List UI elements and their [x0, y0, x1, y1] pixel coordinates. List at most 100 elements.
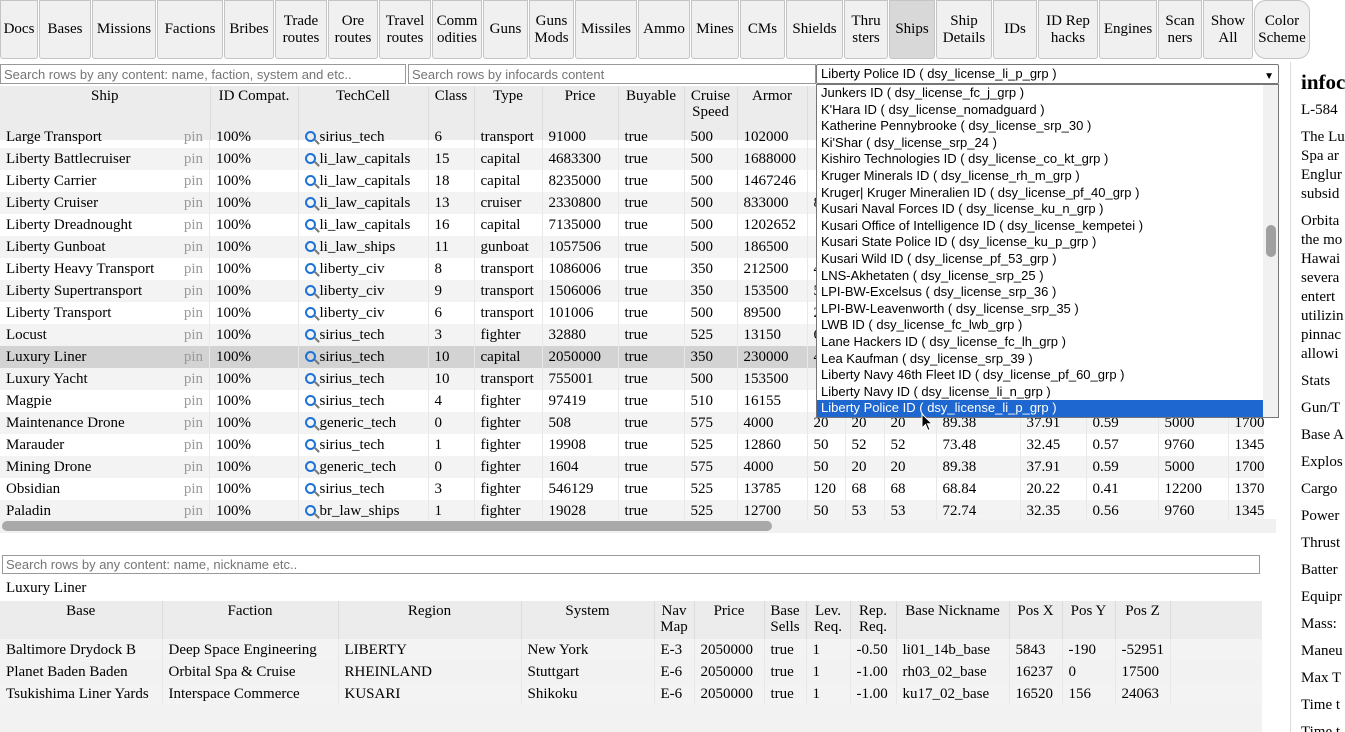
pin-button[interactable]: pin	[184, 434, 203, 456]
dropdown-option[interactable]: Kruger Minerals ID ( dsy_license_rh_m_gr…	[817, 168, 1278, 185]
nav-button-ships[interactable]: Ships	[889, 0, 935, 59]
search-icon[interactable]	[304, 373, 316, 384]
table-row[interactable]: Planet Baden Baden Orbital Spa & Cruise RH…	[0, 661, 1262, 683]
column-header[interactable]: Nav Map	[654, 601, 695, 639]
pin-button[interactable]: pin	[184, 390, 203, 412]
ships-horizontal-scrollbar[interactable]	[0, 519, 1276, 533]
pin-button[interactable]: pin	[184, 170, 203, 192]
column-header[interactable]: Pos Y	[1062, 601, 1116, 639]
pin-button[interactable]: pin	[184, 258, 203, 280]
nav-button-comm-odities[interactable]: Comm odities	[432, 0, 482, 59]
nav-button-ship-details[interactable]: Ship Details	[936, 0, 992, 59]
pin-button[interactable]: pin	[184, 368, 203, 390]
pin-button[interactable]: pin	[184, 126, 203, 148]
table-row[interactable]: Marauder pin 100% sirius_tech 1 fighter 19908 t…	[0, 434, 1264, 456]
nav-button-engines[interactable]: Engines	[1099, 0, 1157, 59]
search-icon[interactable]	[304, 439, 316, 450]
column-header[interactable]: Region	[338, 601, 522, 639]
search-icon[interactable]	[304, 461, 316, 472]
id-select[interactable]: Liberty Police ID ( dsy_license_li_p_grp…	[816, 64, 1279, 84]
dropdown-option[interactable]: Lane Hackers ID ( dsy_license_fc_lh_grp …	[817, 334, 1278, 351]
nav-button-bases[interactable]: Bases	[39, 0, 91, 59]
nav-button-bribes[interactable]: Bribes	[224, 0, 274, 59]
search-icon[interactable]	[304, 153, 316, 164]
id-dropdown-list[interactable]: Junkers ID ( dsy_license_fc_j_grp ) K'Har…	[816, 84, 1279, 418]
table-row[interactable]: Mining Drone pin 100% generic_tech 0 fighter 1…	[0, 456, 1264, 478]
dropdown-option[interactable]: Liberty Navy ID ( dsy_license_li_n_grp )	[817, 384, 1278, 401]
dropdown-option[interactable]: Kusari Naval Forces ID ( dsy_license_ku_…	[817, 201, 1278, 218]
column-header[interactable]: System	[521, 601, 655, 639]
nav-button-color-scheme[interactable]: Color Scheme	[1254, 0, 1310, 59]
dropdown-option[interactable]: K'Hara ID ( dsy_license_nomadguard )	[817, 102, 1278, 119]
ship-name[interactable]: Marauder	[6, 434, 64, 456]
ship-name[interactable]: Liberty Gunboat	[6, 236, 106, 258]
nav-button-missiles[interactable]: Missiles	[575, 0, 637, 59]
dropdown-option[interactable]: LPI-BW-Leavenworth ( dsy_license_srp_35 …	[817, 301, 1278, 318]
pin-button[interactable]: pin	[184, 214, 203, 236]
nav-button-trade-routes[interactable]: Trade routes	[275, 0, 327, 59]
nav-button-scan-ners[interactable]: Scan ners	[1158, 0, 1202, 59]
nav-button-ore-routes[interactable]: Ore routes	[328, 0, 378, 59]
search-icon[interactable]	[304, 241, 316, 252]
nav-button-ammo[interactable]: Ammo	[638, 0, 690, 59]
pin-button[interactable]: pin	[184, 236, 203, 258]
search-icon[interactable]	[304, 175, 316, 186]
pin-button[interactable]: pin	[184, 148, 203, 170]
ship-name[interactable]: Liberty Dreadnought	[6, 214, 132, 236]
nav-button-factions[interactable]: Factions	[157, 0, 223, 59]
column-header[interactable]: Pos Z	[1115, 601, 1171, 639]
dropdown-option[interactable]: LWB ID ( dsy_license_fc_lwb_grp )	[817, 317, 1278, 334]
rows-search-input[interactable]	[0, 64, 406, 84]
ship-name[interactable]: Paladin	[6, 500, 51, 519]
table-row[interactable]: Paladin pin 100% br_law_ships 1 fighter 19028 t…	[0, 500, 1264, 519]
pin-button[interactable]: pin	[184, 412, 203, 434]
ship-name[interactable]: Maintenance Drone	[6, 412, 125, 434]
search-icon[interactable]	[304, 483, 316, 494]
column-header[interactable]: Base	[0, 601, 163, 639]
nav-button-id-rep-hacks[interactable]: ID Rep hacks	[1038, 0, 1098, 59]
nav-button-mines[interactable]: Mines	[691, 0, 739, 59]
search-icon[interactable]	[304, 197, 316, 208]
ship-name[interactable]: Luxury Yacht	[6, 368, 88, 390]
scrollbar-thumb[interactable]	[2, 521, 772, 531]
nav-button-travel-routes[interactable]: Travel routes	[379, 0, 431, 59]
ship-name[interactable]: Liberty Battlecruiser	[6, 148, 131, 170]
dropdown-option[interactable]: Kishiro Technologies ID ( dsy_license_co…	[817, 151, 1278, 168]
dropdown-option[interactable]: LPI-BW-Excelsus ( dsy_license_srp_36 )	[817, 284, 1278, 301]
search-icon[interactable]	[304, 329, 316, 340]
dropdown-option[interactable]: Junkers ID ( dsy_license_fc_j_grp )	[817, 85, 1278, 102]
column-header[interactable]: Base Nickname	[896, 601, 1010, 639]
dropdown-option[interactable]: Kusari Office of Intelligence ID ( dsy_l…	[817, 218, 1278, 235]
scrollbar-thumb[interactable]	[1266, 225, 1276, 257]
search-icon[interactable]	[304, 263, 316, 274]
search-icon[interactable]	[304, 131, 316, 142]
dropdown-option[interactable]: Kruger| Kruger Mineralien ID ( dsy_licen…	[817, 185, 1278, 202]
table-row[interactable]: Obsidian pin 100% sirius_tech 3 fighter 546129…	[0, 478, 1264, 500]
column-header[interactable]: Rep. Req.	[850, 601, 897, 639]
table-row[interactable]: Baltimore Drydock B Deep Space Engineerin…	[0, 639, 1262, 661]
search-icon[interactable]	[304, 307, 316, 318]
nav-button-missions[interactable]: Missions	[92, 0, 156, 59]
pin-button[interactable]: pin	[184, 302, 203, 324]
nav-button-cms[interactable]: CMs	[740, 0, 785, 59]
nav-button-guns-mods[interactable]: Guns Mods	[529, 0, 574, 59]
dropdown-scrollbar[interactable]	[1263, 85, 1278, 417]
dropdown-option[interactable]: LNS-Akhetaten ( dsy_license_srp_25 )	[817, 268, 1278, 285]
pin-button[interactable]: pin	[184, 500, 203, 519]
infocards-search-input[interactable]	[408, 64, 816, 84]
pin-button[interactable]: pin	[184, 346, 203, 368]
nav-button-shields[interactable]: Shields	[786, 0, 843, 59]
search-icon[interactable]	[304, 417, 316, 428]
pin-button[interactable]: pin	[184, 324, 203, 346]
column-header[interactable]: Lev. Req.	[806, 601, 851, 639]
search-icon[interactable]	[304, 351, 316, 362]
ship-name[interactable]: Large Transport	[6, 126, 102, 148]
nav-button-docs[interactable]: Docs	[0, 0, 38, 59]
column-header[interactable]: Faction	[162, 601, 339, 639]
nav-button-show-all[interactable]: Show All	[1203, 0, 1253, 59]
column-header[interactable]: Price	[694, 601, 765, 639]
dropdown-option[interactable]: Lea Kaufman ( dsy_license_srp_39 )	[817, 351, 1278, 368]
search-icon[interactable]	[304, 505, 316, 516]
bases-search-input[interactable]	[2, 555, 1260, 574]
search-icon[interactable]	[304, 395, 316, 406]
